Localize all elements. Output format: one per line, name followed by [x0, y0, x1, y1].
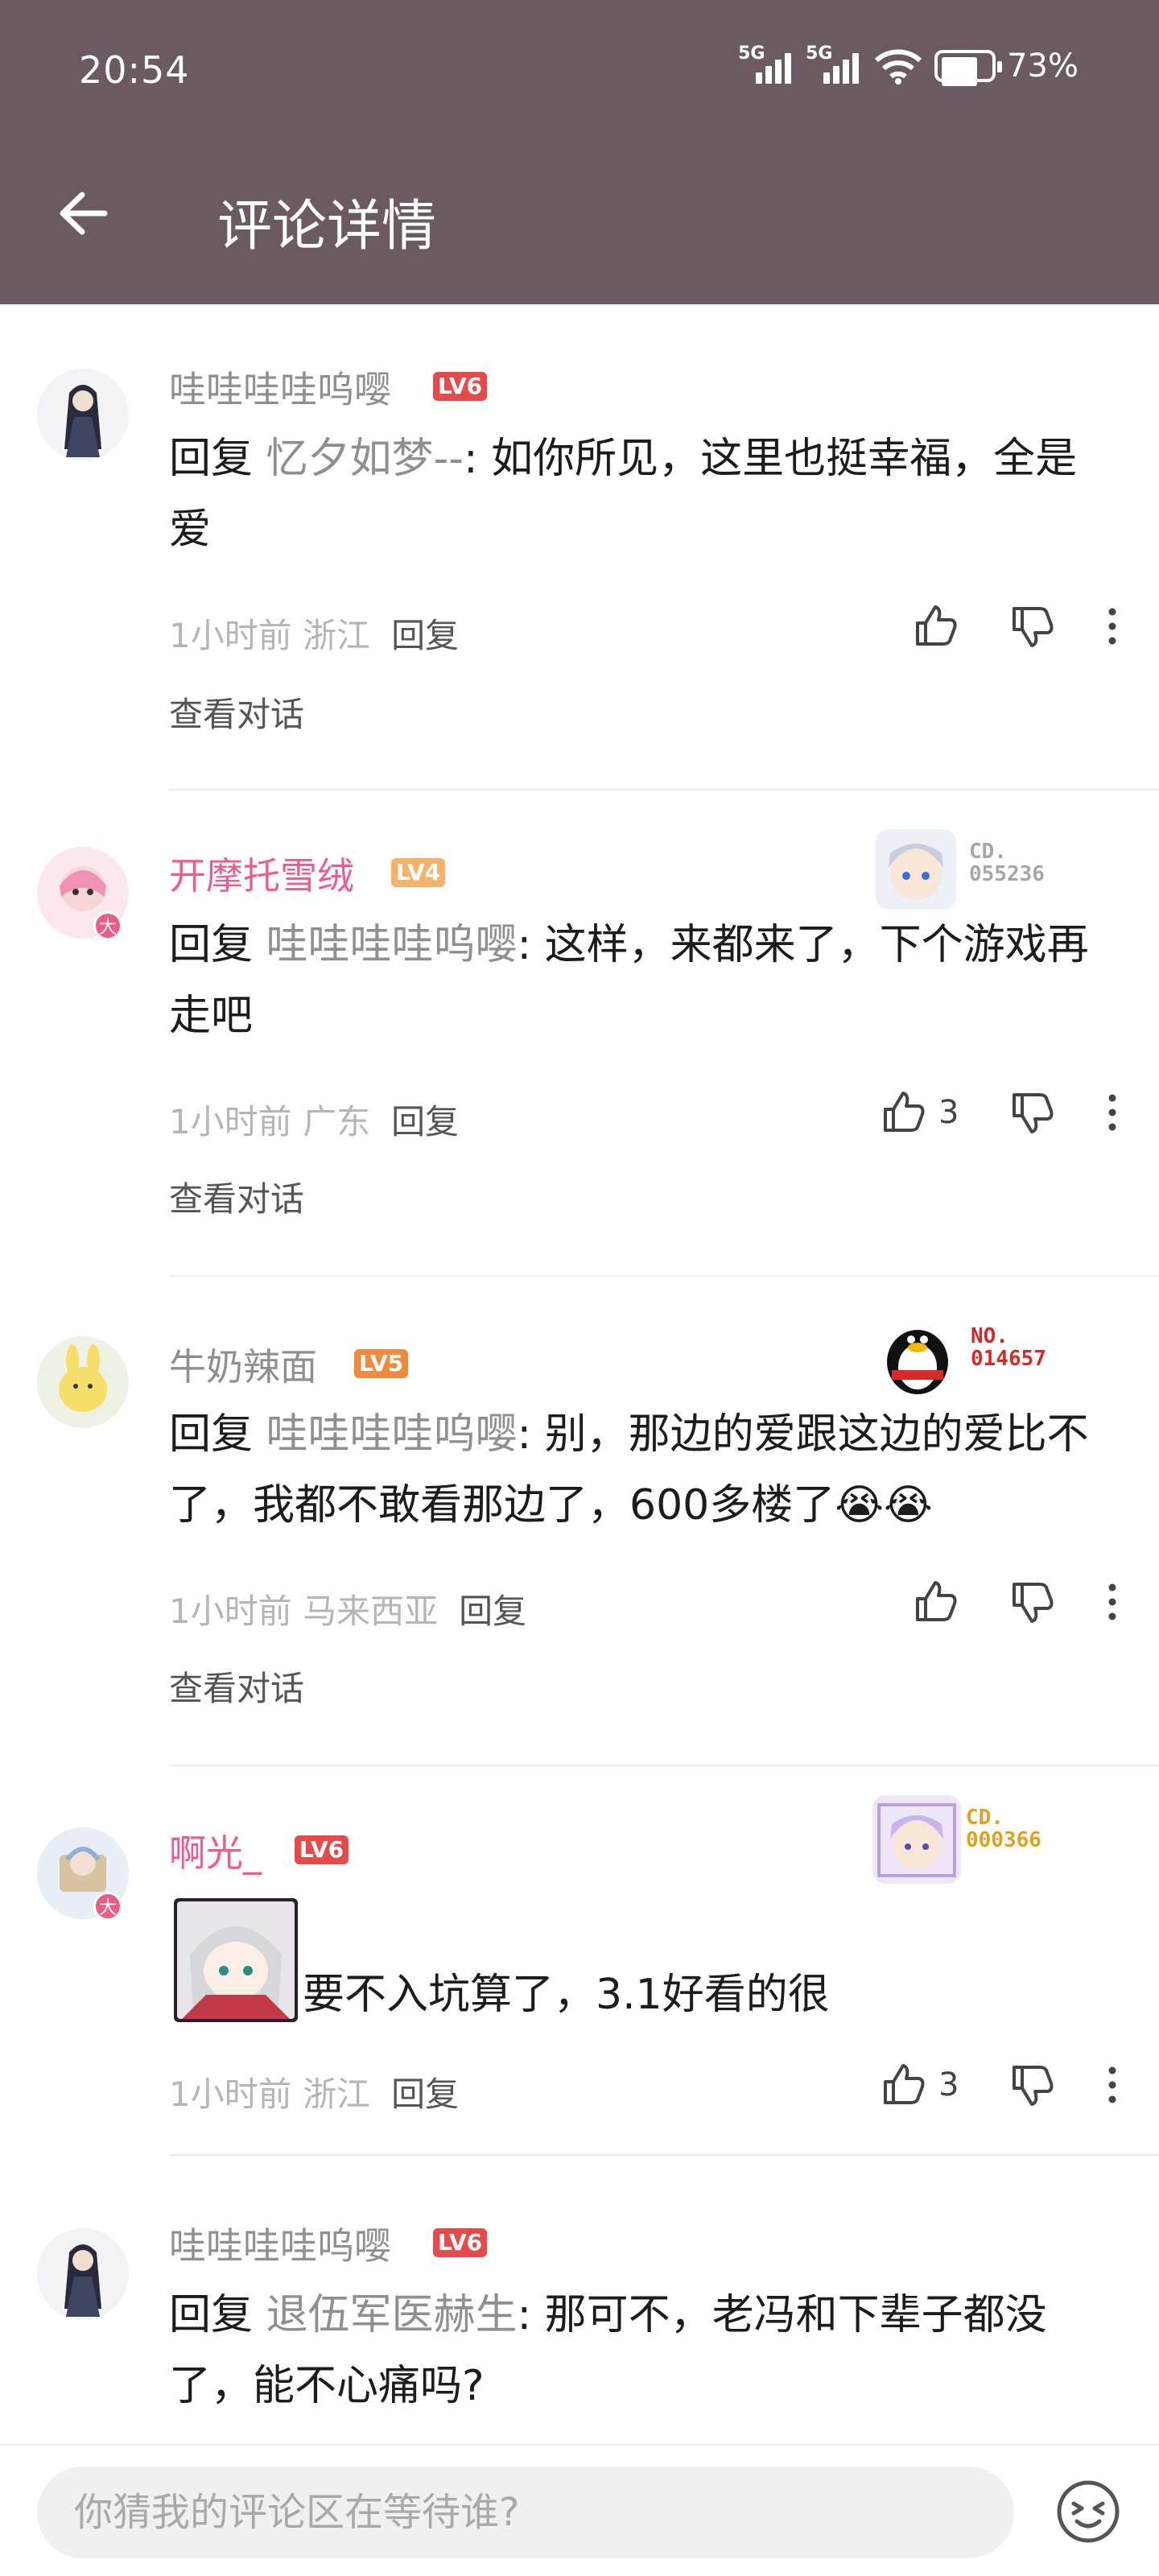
level-badge: LV6 — [433, 2228, 488, 2257]
comment-item: 哇哇哇哇呜嘤 LV6 回复 退伍军医赫生: 那可不，老冯和下辈子都没了，能不心痛… — [0, 2156, 1159, 2444]
comment-text: 回复 退伍军医赫生: 那可不，老冯和下辈子都没了，能不心痛吗? — [169, 2291, 1047, 2410]
dislike-icon[interactable] — [1008, 1578, 1056, 1626]
comment-item: 哇哇哇哇呜嘤 LV6 回复 忆夕如梦--: 如你所见，这里也挺幸福，全是爱 1小… — [0, 304, 1159, 791]
app-header: 20:54 5G 5G 73% 评论详情 — [0, 0, 1159, 304]
status-bar: 20:54 5G 5G 73% — [0, 0, 1159, 145]
reply-button[interactable]: 回复 — [391, 2074, 459, 2114]
fan-badge: NO. 014657 — [877, 1314, 1070, 1394]
mention-link[interactable]: 退伍军医赫生 — [266, 2291, 518, 2339]
username[interactable]: 哇哇哇哇呜嘤 — [169, 2217, 391, 2270]
signal-icon: 5G — [738, 43, 794, 87]
level-badge: LV5 — [354, 1349, 409, 1378]
view-conversation-link[interactable]: 查看对话 — [169, 687, 304, 737]
comment-meta: 1小时前 浙江 回复 — [169, 616, 460, 655]
more-icon[interactable] — [1103, 1088, 1122, 1137]
comment-item: 牛奶辣面 LV5 NO. 014657 回复 哇哇哇哇呜嘤: 别，那边的爱跟这边… — [0, 1277, 1159, 1766]
dislike-icon[interactable] — [1008, 1088, 1056, 1137]
like-button[interactable]: 3 — [879, 1088, 959, 1137]
dislike-icon[interactable] — [1008, 2061, 1056, 2109]
page-title: 评论详情 — [217, 195, 437, 258]
vip-badge: 大 — [93, 1892, 122, 1921]
like-count: 3 — [938, 2066, 959, 2103]
level-badge: LV6 — [295, 1835, 349, 1864]
username[interactable]: 啊光_ — [169, 1824, 262, 1877]
comment-item: 大 啊光_ LV6 CD. 000366 要不入坑算了，3.1好看的很 1小时前… — [0, 1765, 1159, 2156]
status-time: 20:54 — [79, 48, 190, 92]
more-icon[interactable] — [1103, 1578, 1122, 1626]
dislike-icon[interactable] — [1008, 602, 1056, 650]
username[interactable]: 哇哇哇哇呜嘤 — [169, 361, 391, 414]
comment-text: 要不入坑算了，3.1好看的很 — [303, 1971, 830, 2019]
like-button[interactable]: 3 — [879, 2061, 959, 2109]
mention-link[interactable]: 哇哇哇哇呜嘤 — [266, 1410, 518, 1459]
comment-text: 回复 忆夕如梦--: 如你所见，这里也挺幸福，全是爱 — [169, 435, 1078, 554]
like-icon — [884, 1092, 925, 1132]
comment-input[interactable]: 你猜我的评论区在等待谁? — [37, 2467, 1014, 2558]
avatar[interactable] — [37, 369, 129, 460]
vip-badge: 大 — [93, 911, 122, 940]
level-badge: LV6 — [433, 372, 488, 401]
comment-text: 回复 哇哇哇哇呜嘤: 别，那边的爱跟这边的爱比不了，我都不敢看那边了，600多楼… — [169, 1410, 1089, 1530]
fan-badge: CD. 055236 — [876, 829, 1069, 910]
like-icon[interactable] — [911, 602, 959, 650]
reply-button[interactable]: 回复 — [391, 616, 459, 655]
reply-button[interactable]: 回复 — [391, 1102, 459, 1141]
comment-meta: 1小时前 广东 回复 — [169, 1102, 460, 1141]
comment-item: 大 开摩托雪绒 LV4 CD. 055236 回复 哇哇哇哇呜嘤: 这样，来都来… — [0, 789, 1159, 1277]
comment-text: 回复 哇哇哇哇呜嘤: 这样，来都来了，下个游戏再走吧 — [169, 921, 1089, 1040]
comment-meta: 1小时前 马来西亚 回复 — [169, 1591, 527, 1631]
reply-button[interactable]: 回复 — [459, 1591, 526, 1631]
username[interactable]: 牛奶辣面 — [169, 1338, 317, 1391]
like-icon — [884, 2064, 925, 2104]
view-conversation-link[interactable]: 查看对话 — [169, 1172, 304, 1221]
status-icons: 5G 5G 73% — [738, 43, 1079, 87]
sticker-image[interactable] — [174, 1898, 298, 2022]
username[interactable]: 开摩托雪绒 — [169, 847, 354, 900]
wifi-icon — [875, 49, 922, 85]
mention-link[interactable]: 忆夕如梦-- — [266, 435, 464, 483]
emoji: 😭😭 — [835, 1481, 933, 1530]
like-icon[interactable] — [911, 1578, 959, 1626]
mention-link[interactable]: 哇哇哇哇呜嘤 — [266, 921, 518, 969]
fan-badge: CD. 000366 — [872, 1795, 1066, 1884]
more-icon[interactable] — [1103, 602, 1122, 650]
comment-meta: 1小时前 浙江 回复 — [169, 2074, 460, 2114]
battery-percent: 73% — [1007, 47, 1079, 85]
view-conversation-link[interactable]: 查看对话 — [169, 1662, 304, 1711]
emoji-icon[interactable] — [1054, 2478, 1122, 2545]
comment-composer: 你猜我的评论区在等待谁? — [0, 2444, 1159, 2576]
signal-icon-2: 5G — [806, 43, 862, 87]
avatar[interactable] — [37, 1336, 129, 1428]
more-icon[interactable] — [1103, 2061, 1122, 2109]
back-arrow-icon[interactable] — [48, 177, 121, 250]
battery-icon — [934, 50, 1003, 86]
avatar[interactable] — [37, 2228, 129, 2320]
like-count: 3 — [938, 1094, 959, 1131]
level-badge: LV4 — [391, 858, 446, 887]
